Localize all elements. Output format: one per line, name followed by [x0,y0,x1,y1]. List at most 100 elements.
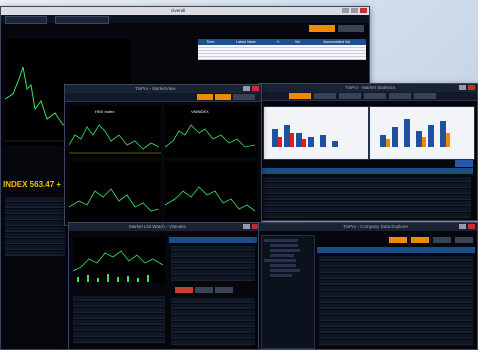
table-row[interactable] [319,292,473,297]
company-table [317,255,475,346]
table-row[interactable] [73,338,165,343]
table-row[interactable] [73,296,165,301]
close-icon[interactable] [252,86,259,91]
minimize-icon[interactable] [459,85,466,90]
list-tab[interactable] [175,287,193,293]
table-row[interactable] [319,298,473,303]
chart-panel-4[interactable] [165,161,257,223]
stats-tab[interactable] [339,93,361,99]
table-row[interactable] [171,258,255,263]
orange-button[interactable] [309,25,335,32]
table-row[interactable] [319,322,473,327]
stats-chart-right[interactable] [369,106,475,160]
market-statistics-titlebar: TinPro - Market Statistics [259,84,477,92]
market-list-chart[interactable] [73,237,165,283]
table-row[interactable] [171,246,255,251]
maximize-icon[interactable] [351,8,358,13]
toolbar-button[interactable] [233,94,255,100]
chart-panel-3[interactable] [69,161,161,223]
table-row[interactable] [263,177,471,182]
minimize-icon[interactable] [459,224,466,229]
table-row[interactable] [319,334,473,339]
close-icon[interactable] [468,224,475,229]
table-row[interactable] [319,274,473,279]
table-row[interactable] [171,304,255,309]
table-row[interactable] [171,276,255,281]
list-tab[interactable] [215,287,233,293]
explorer-tab[interactable] [411,237,429,243]
chart-window-toolbar [65,93,261,102]
symbol-select[interactable] [5,16,47,24]
stats-chart-left[interactable] [263,106,369,160]
overall-titlebar: Overall [1,7,369,15]
market-list-window: Market List Watch - VNIndex [68,222,262,350]
table-row[interactable] [171,340,255,345]
chart-window-titlebar: TinPro - MarketView [65,85,261,93]
table-row[interactable] [171,316,255,321]
table-row[interactable] [171,298,255,303]
table-row[interactable] [319,262,473,267]
stats-table [261,176,473,219]
table-row[interactable] [319,328,473,333]
close-icon[interactable] [468,85,475,90]
period-select[interactable] [55,16,109,24]
stats-tab-active[interactable] [289,93,311,99]
stats-tab[interactable] [364,93,386,99]
table-row[interactable] [73,308,165,313]
table-row[interactable] [198,56,366,60]
table-row[interactable] [171,328,255,333]
table-row[interactable] [263,195,471,200]
table-row[interactable] [263,207,471,212]
table-row[interactable] [171,334,255,339]
stats-download-button[interactable] [455,160,473,167]
table-row[interactable] [263,213,471,218]
table-row[interactable] [319,304,473,309]
chart-panel-hnx[interactable]: HNX Index [69,105,161,157]
table-row[interactable] [171,322,255,327]
table-row[interactable] [171,310,255,315]
table-row[interactable] [171,270,255,275]
minimize-icon[interactable] [243,86,250,91]
series-line [73,250,164,272]
overall-title: Overall [171,8,186,13]
list-tab[interactable] [195,287,213,293]
toolbar-button[interactable] [197,94,213,100]
table-row[interactable] [73,332,165,337]
table-row[interactable] [263,183,471,188]
stats-tab[interactable] [389,93,411,99]
table-row[interactable] [319,340,473,345]
quote-table: Time Latest Value +/- Vol Accumulated Vo… [198,39,366,60]
company-tree[interactable] [261,235,315,349]
explorer-tab[interactable] [389,237,407,243]
table-row[interactable] [319,256,473,261]
grey-button[interactable] [338,25,364,32]
chart-panel-vnindex[interactable]: VNINDEX [165,105,257,157]
market-list-title: Market List Watch - VNIndex [129,224,187,229]
table-row[interactable] [319,316,473,321]
table-row[interactable] [171,264,255,269]
table-row[interactable] [319,286,473,291]
series-line [165,124,256,148]
explorer-tab[interactable] [455,237,473,243]
toolbar-button[interactable] [215,94,231,100]
stats-tab[interactable] [314,93,336,99]
table-row[interactable] [73,326,165,331]
stats-tab[interactable] [414,93,436,99]
table-row[interactable] [319,310,473,315]
close-icon[interactable] [360,8,367,13]
table-row[interactable] [171,252,255,257]
stats-table-header [261,168,473,174]
table-row[interactable] [263,201,471,206]
explorer-tab[interactable] [433,237,451,243]
table-row[interactable] [73,314,165,319]
market-statistics-title: TinPro - Market Statistics [345,85,396,90]
table-row[interactable] [263,189,471,194]
minimize-icon[interactable] [243,224,250,229]
table-row[interactable] [73,320,165,325]
table-row[interactable] [73,302,165,307]
minimize-icon[interactable] [342,8,349,13]
chart-window: TinPro - MarketView HNX Index VNINDEX [64,84,262,226]
table-row[interactable] [319,268,473,273]
market-list-right-rows [169,245,257,282]
table-row[interactable] [319,280,473,285]
